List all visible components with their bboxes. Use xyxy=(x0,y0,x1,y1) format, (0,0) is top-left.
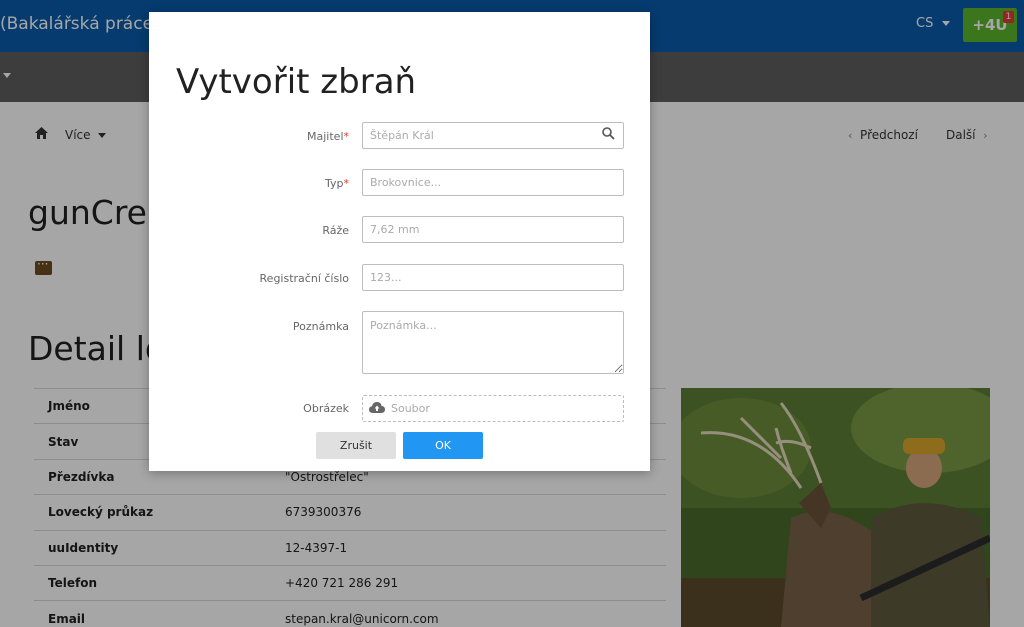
type-input[interactable] xyxy=(362,169,624,196)
modal-title: Vytvořit zbraň xyxy=(176,62,417,102)
note-label: Poznámka xyxy=(292,320,349,333)
caliber-label: Ráže xyxy=(322,224,349,237)
required-mark: * xyxy=(343,177,350,190)
cancel-button[interactable]: Zrušit xyxy=(316,432,396,459)
registration-label: Registrační číslo xyxy=(259,272,349,285)
required-mark: * xyxy=(343,130,350,143)
file-placeholder: Soubor xyxy=(391,402,430,415)
create-weapon-modal: Vytvořit zbraň Majitel* Typ* Ráže Regist… xyxy=(149,12,650,471)
owner-input[interactable] xyxy=(362,122,624,149)
owner-label: Majitel* xyxy=(307,130,349,143)
registration-input[interactable] xyxy=(362,264,624,291)
cloud-upload-icon xyxy=(369,402,385,413)
ok-button[interactable]: OK xyxy=(403,432,483,459)
type-label: Typ* xyxy=(325,177,349,190)
note-textarea[interactable] xyxy=(362,311,624,374)
search-icon[interactable] xyxy=(602,127,615,140)
file-upload[interactable]: Soubor xyxy=(362,395,624,422)
image-label: Obrázek xyxy=(303,402,349,415)
caliber-input[interactable] xyxy=(362,216,624,243)
